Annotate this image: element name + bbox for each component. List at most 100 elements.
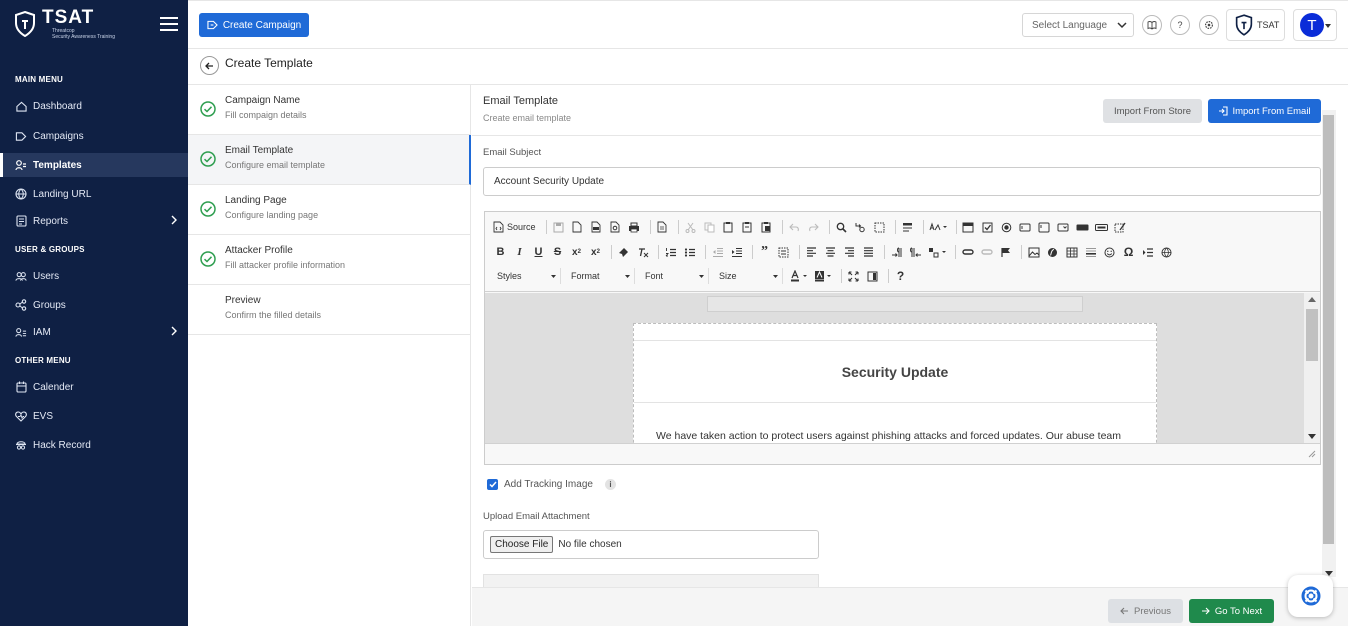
preview-icon[interactable] [608,220,623,235]
image-icon[interactable] [1026,245,1041,260]
editor-scroll-thumb[interactable] [1306,309,1318,361]
textarea-icon[interactable] [1037,220,1052,235]
export-pdf-icon[interactable] [589,220,604,235]
select-all-icon[interactable] [872,220,887,235]
info-icon[interactable]: i [604,479,616,490]
button-field-icon[interactable] [1075,220,1090,235]
sidebar-item-hack-record[interactable]: Hack Record [0,433,188,457]
text-rtl-icon[interactable] [908,245,923,260]
create-campaign-button[interactable]: Create Campaign [199,13,309,37]
choose-file-button[interactable]: Choose File [490,536,554,553]
subscript-icon[interactable]: x2 [569,245,584,260]
save-icon[interactable] [551,220,566,235]
go-to-next-button[interactable]: Go To Next [1189,599,1274,623]
sidebar-item-iam[interactable]: IAM [0,320,188,344]
page-scrollbar[interactable] [1322,110,1336,577]
help-icon[interactable]: ? [1170,15,1190,35]
sidebar-item-campaigns[interactable]: Campaigns [0,124,188,148]
templates-icon[interactable] [655,220,670,235]
language-icon[interactable] [927,245,947,260]
text-field-icon[interactable] [1018,220,1033,235]
flash-icon[interactable] [1045,245,1060,260]
format-dropdown[interactable]: Format [567,268,635,284]
superscript-icon[interactable]: x2 [588,245,603,260]
replace-icon[interactable] [853,220,868,235]
source-button[interactable]: Source [493,221,536,233]
special-char-icon[interactable]: Ω [1121,245,1136,260]
size-dropdown[interactable]: Size [715,268,783,284]
div-container-icon[interactable] [776,245,791,260]
sidebar-item-reports[interactable]: Reports [0,209,188,233]
tracking-image-option[interactable]: Add Tracking Image i [487,479,616,490]
language-select[interactable]: Select Language [1022,13,1134,37]
scroll-down-arrow-icon[interactable] [1308,434,1316,439]
import-from-email-button[interactable]: Import From Email [1208,99,1321,123]
numbered-list-icon[interactable] [663,245,678,260]
italic-icon[interactable]: I [512,245,527,260]
strikethrough-icon[interactable]: S [550,245,565,260]
radio-icon[interactable] [999,220,1014,235]
form-icon[interactable] [961,220,976,235]
hidden-field-icon[interactable] [1113,220,1128,235]
image-button-icon[interactable] [1094,220,1109,235]
book-icon[interactable] [1142,15,1162,35]
step-landing-page[interactable]: Landing Page Configure landing page [188,185,471,235]
step-campaign-name[interactable]: Campaign Name Fill compaign details [188,85,471,135]
copy-icon[interactable] [702,220,717,235]
checkbox-icon[interactable] [980,220,995,235]
sidebar-item-dashboard[interactable]: Dashboard [0,94,188,118]
back-button[interactable] [200,56,219,75]
horizontal-line-icon[interactable] [1083,245,1098,260]
align-left-icon[interactable] [804,245,819,260]
background-color-icon[interactable] [813,269,833,284]
step-email-template[interactable]: Email Template Configure email template [188,135,471,185]
tracking-image-checkbox[interactable] [487,479,498,490]
undo-icon[interactable] [787,220,802,235]
align-justify-icon[interactable] [861,245,876,260]
anchor-flag-icon[interactable] [998,245,1013,260]
step-preview[interactable]: Preview Confirm the filled details [188,285,471,335]
sidebar-item-groups[interactable]: Groups [0,293,188,317]
spellcheck-icon[interactable] [928,220,948,235]
brand-logo[interactable]: TSAT Threatcop Security Awareness Traini… [14,8,115,40]
resize-grip-icon[interactable] [1308,450,1316,458]
remove-format-icon[interactable] [635,245,650,260]
maximize-icon[interactable] [846,269,861,284]
blockquote-icon[interactable]: ” [757,244,772,260]
sidebar-item-templates[interactable]: Templates [0,153,188,177]
print-icon[interactable] [627,220,642,235]
font-dropdown[interactable]: Font [641,268,709,284]
user-menu[interactable]: T [1293,9,1337,41]
email-subject-input[interactable]: Account Security Update [483,167,1321,196]
align-center-icon[interactable] [823,245,838,260]
underline-icon[interactable]: U [531,245,546,260]
hamburger-menu-icon[interactable] [160,17,178,31]
text-ltr-icon[interactable] [889,245,904,260]
sidebar-item-users[interactable]: Users [0,264,188,288]
sidebar-item-evs[interactable]: EVS [0,404,188,428]
unlink-icon[interactable] [979,245,994,260]
format-block-icon[interactable] [900,220,915,235]
table-icon[interactable] [1064,245,1079,260]
select-field-icon[interactable] [1056,220,1071,235]
about-question-icon[interactable]: ? [893,269,908,284]
paste-word-icon[interactable] [759,220,774,235]
page-break-icon[interactable] [1140,245,1155,260]
previous-button[interactable]: Previous [1108,599,1183,623]
new-page-icon[interactable] [570,220,585,235]
link-icon[interactable] [960,245,975,260]
redo-icon[interactable] [806,220,821,235]
outdent-icon[interactable] [710,245,725,260]
settings-gear-icon[interactable] [1199,15,1219,35]
cut-icon[interactable] [683,220,698,235]
copy-format-icon[interactable] [616,245,631,260]
bold-icon[interactable]: B [493,245,508,260]
email-attachment-file-input[interactable]: Choose File No file chosen [483,530,819,559]
sidebar-item-calender[interactable]: Calender [0,375,188,399]
indent-icon[interactable] [729,245,744,260]
tsat-brand-switch[interactable]: TSAT [1226,9,1285,41]
find-icon[interactable] [834,220,849,235]
editor-scrollbar[interactable] [1304,293,1320,443]
page-scroll-thumb[interactable] [1323,115,1334,544]
support-lifebuoy-button[interactable] [1288,575,1333,617]
